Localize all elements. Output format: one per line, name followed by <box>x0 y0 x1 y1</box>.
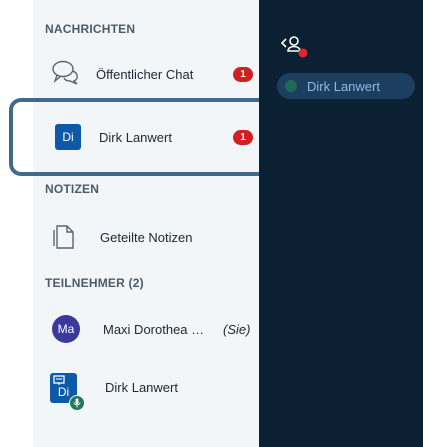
public-chat-label: Öffentlicher Chat <box>96 66 194 82</box>
public-chat-unread-badge: 1 <box>233 66 253 82</box>
user-status-dot <box>285 80 297 92</box>
participant-self-suffix: (Sie) <box>223 321 251 337</box>
participant-name: Dirk Lanwert <box>105 379 178 395</box>
active-chat-highlight <box>9 98 279 176</box>
left-gutter <box>0 0 33 447</box>
user-toggle-icon[interactable] <box>280 33 310 64</box>
shared-notes-item[interactable]: Geteilte Notizen <box>33 214 259 260</box>
presenter-icon <box>53 373 65 391</box>
shared-notes-label: Geteilte Notizen <box>100 229 193 245</box>
notes-section-title: NOTIZEN <box>45 182 100 196</box>
participant-item[interactable]: Di Dirk Lanwert <box>33 364 259 411</box>
microphone-icon <box>69 395 85 411</box>
participant-item[interactable]: Ma Maxi Dorothea … (Sie) <box>33 306 259 352</box>
chat-user-chip[interactable]: Dirk Lanwert <box>277 73 415 99</box>
user-list-sidebar: NACHRICHTEN Öffentlicher Chat 1 Di Dirk … <box>33 0 259 447</box>
participants-section-title: TEILNEHMER (2) <box>45 276 144 290</box>
messages-section-title: NACHRICHTEN <box>45 22 136 36</box>
public-chat-item[interactable]: Öffentlicher Chat 1 <box>33 51 259 97</box>
avatar: Ma <box>52 315 80 343</box>
chat-bubbles-icon <box>51 59 81 90</box>
chat-panel <box>259 0 423 447</box>
chat-user-chip-label: Dirk Lanwert <box>307 78 380 94</box>
participant-name: Maxi Dorothea … <box>103 321 205 337</box>
notes-icon <box>52 222 76 255</box>
